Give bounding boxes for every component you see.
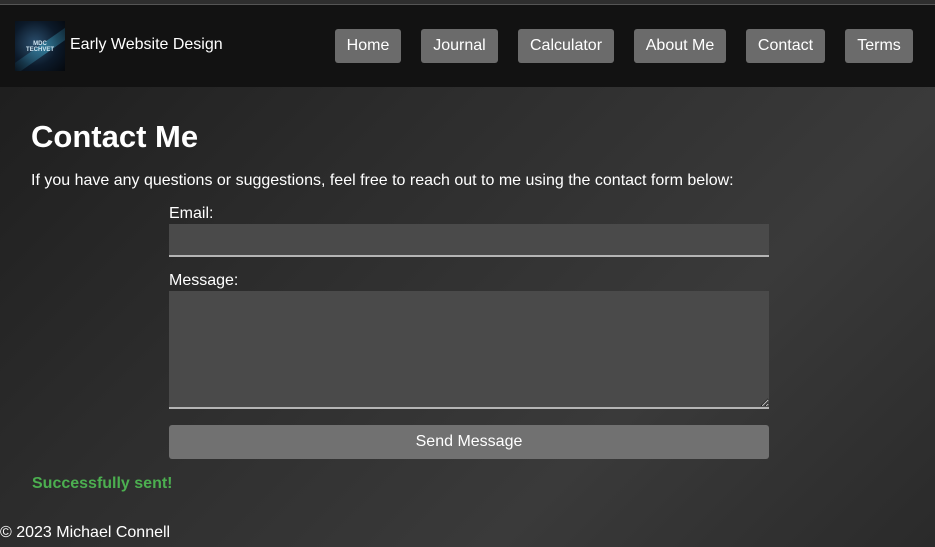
copyright-text: © 2023 Michael Connell <box>0 524 171 541</box>
send-message-button[interactable]: Send Message <box>169 425 769 459</box>
nav-contact[interactable]: Contact <box>746 29 825 63</box>
email-field[interactable] <box>169 224 769 257</box>
message-label: Message: <box>169 272 239 289</box>
site-header: MDC TECHVET Early Website Design Home Jo… <box>0 5 935 87</box>
nav-about-me[interactable]: About Me <box>634 29 726 63</box>
nav-calculator[interactable]: Calculator <box>518 29 614 63</box>
email-label: Email: <box>169 205 214 222</box>
nav-home[interactable]: Home <box>335 29 401 63</box>
page-title: Contact Me <box>31 119 199 154</box>
intro-text: If you have any questions or suggestions… <box>31 172 734 189</box>
nav-journal[interactable]: Journal <box>421 29 498 63</box>
message-field[interactable] <box>169 291 769 409</box>
main-nav: Home Journal Calculator About Me Contact… <box>0 29 935 63</box>
site-footer: © 2023 Michael Connell <box>0 524 170 542</box>
success-status-message: Successfully sent! <box>32 475 173 492</box>
nav-terms[interactable]: Terms <box>845 29 913 63</box>
